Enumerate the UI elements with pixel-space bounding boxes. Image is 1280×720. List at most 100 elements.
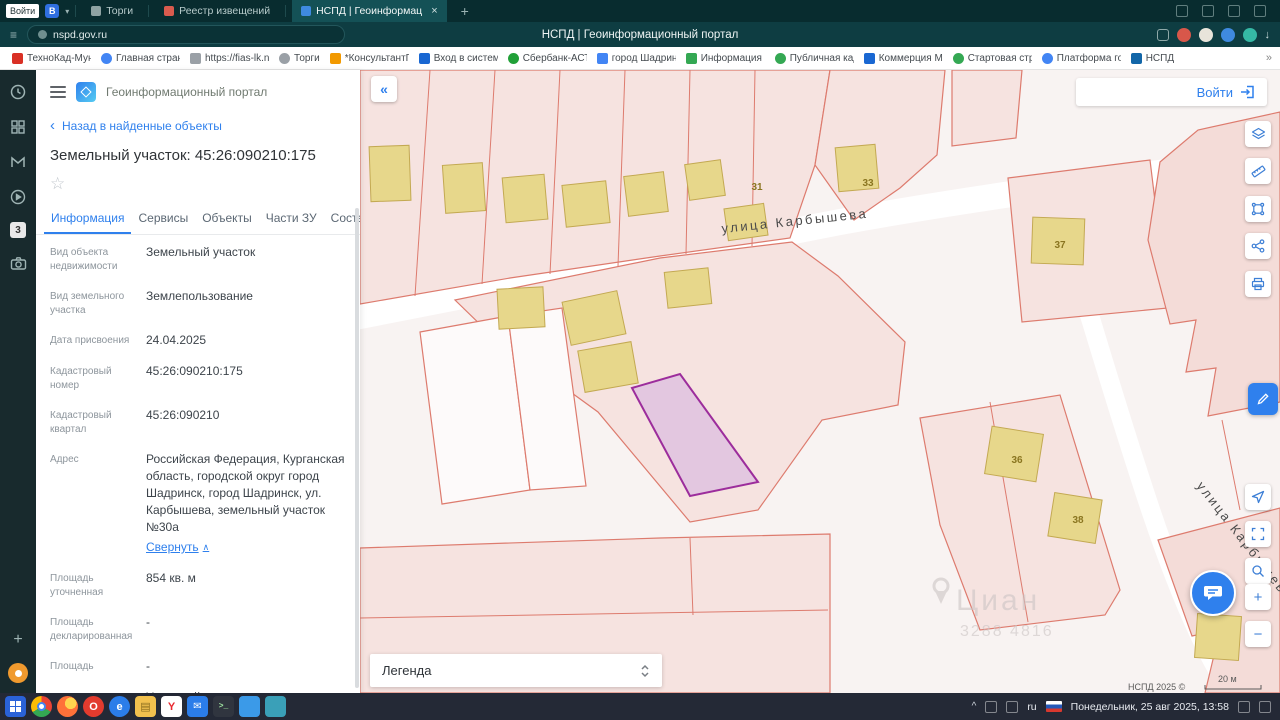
bookmark-item[interactable]: Сбербанк-АСТ (504, 52, 591, 64)
alice-assistant-icon[interactable] (8, 663, 28, 683)
bookmarks-overflow-icon[interactable]: » (1266, 52, 1272, 64)
tray-volume-icon[interactable] (1238, 700, 1250, 713)
tab-divider (148, 5, 150, 17)
tray-status-icon[interactable] (985, 700, 998, 713)
pinned-tab-chip[interactable]: Войти (6, 4, 40, 18)
profile-avatar[interactable] (1176, 27, 1191, 42)
cadastral-map[interactable]: 31 33 37 36 38 улица Карбышева улица Кар… (360, 70, 1280, 693)
bookmark-item[interactable]: Публичная кадас (771, 52, 858, 64)
login-button[interactable]: Войти (1076, 78, 1267, 106)
field-row: Вид земельного участка Землепользование (36, 281, 360, 325)
chat-support-button[interactable] (1190, 570, 1236, 616)
back-to-results-link[interactable]: ‹ Назад в найденные объекты (36, 106, 360, 133)
tab-information[interactable]: Информация (44, 202, 131, 234)
screenshot-icon[interactable] (1228, 5, 1240, 17)
add-panel-icon[interactable]: + (13, 632, 22, 648)
layers-button[interactable] (1245, 121, 1271, 147)
show-desktop-button[interactable] (1259, 700, 1271, 713)
media-play-icon[interactable] (8, 187, 28, 207)
language-indicator[interactable]: ru (1027, 701, 1036, 713)
bookmark-item[interactable]: Главная страница (97, 52, 184, 64)
apps-grid-icon[interactable] (8, 117, 28, 137)
start-button[interactable] (5, 696, 26, 717)
taskbar-datetime[interactable]: Понедельник, 25 авг 2025, 13:58 (1071, 701, 1229, 713)
field-label: Вид земельного участка (50, 291, 125, 316)
yandex-browser-icon[interactable]: Y (161, 696, 182, 717)
profile-avatar[interactable] (1198, 27, 1213, 42)
browser-tab-nspd-active[interactable]: НСПД | Геоинформац × (292, 0, 447, 22)
field-value: Земельный участок (146, 245, 256, 259)
bookmark-item[interactable]: Вход в систему (415, 52, 502, 64)
tab-list-icon[interactable] (1202, 5, 1214, 17)
collapse-address-link[interactable]: Свернуть ∧ (146, 539, 209, 556)
bookmark-item[interactable]: https://fias-lk.nal (186, 52, 273, 64)
bookmark-item[interactable]: Коммерция МО (860, 52, 947, 64)
tab-divider (285, 5, 287, 17)
profile-avatar[interactable] (1220, 27, 1235, 42)
favorite-star-icon[interactable]: ☆ (36, 166, 79, 194)
address-field[interactable]: nspd.gov.ru (27, 25, 346, 44)
history-icon[interactable] (8, 82, 28, 102)
close-tab-icon[interactable]: × (431, 5, 437, 17)
extent-icon (1251, 527, 1265, 541)
chrome-icon[interactable] (31, 696, 52, 717)
zoom-in-button[interactable]: + (1245, 584, 1271, 610)
browser-tab-reestr[interactable]: Реестр извещений (155, 0, 279, 22)
bookmark-item[interactable]: *КонсультантПлю (326, 52, 413, 64)
browser-logo-icon[interactable]: B (45, 4, 60, 18)
chevron-down-icon[interactable]: ▾ (65, 7, 69, 16)
bookmark-item[interactable]: Стартовая стран (949, 52, 1036, 64)
share-button[interactable] (1245, 233, 1271, 259)
notifications-badge[interactable]: 3 (10, 222, 26, 238)
field-label: Площадь уточненная (50, 573, 104, 599)
legend-bar[interactable]: Легенда (370, 654, 662, 687)
print-button[interactable] (1245, 271, 1271, 297)
desktop: Войти B ▾ Торги Реестр извещений НСПД | … (0, 0, 1280, 720)
panel-scrollbar[interactable] (355, 208, 359, 688)
tab-parcel-parts[interactable]: Части ЗУ (259, 202, 324, 234)
download-icon[interactable]: ↓ (1265, 29, 1271, 41)
field-row-address: Адрес Российская Федерация, Курганская о… (36, 444, 360, 563)
file-manager-icon[interactable]: ▤ (135, 696, 156, 717)
profile-avatar[interactable] (1242, 27, 1257, 42)
bookmark-item[interactable]: ТехноКад-Муници (8, 52, 95, 64)
zoom-out-button[interactable]: − (1245, 621, 1271, 647)
camera-icon[interactable] (8, 253, 28, 273)
locate-button[interactable] (1245, 484, 1271, 510)
chevron-up-icon: ∧ (202, 542, 210, 553)
window-menu-icon[interactable] (1254, 5, 1266, 17)
new-tab-button[interactable]: + (453, 3, 477, 19)
draw-tool-button[interactable] (1248, 383, 1278, 415)
ruler-button[interactable] (1245, 158, 1271, 184)
documents-icon[interactable] (265, 696, 286, 717)
browser-tab-torgi[interactable]: Торги (82, 0, 142, 22)
bookmark-item[interactable]: Информация о р (682, 52, 769, 64)
bookmark-item[interactable]: город Шадринск (593, 52, 680, 64)
magnifier-icon (1252, 565, 1264, 577)
bookmark-item[interactable]: Торги (275, 52, 324, 64)
tray-network-icon[interactable] (1006, 700, 1019, 713)
measure-area-button[interactable] (1245, 196, 1271, 222)
bookmark-item[interactable]: НСПД (1127, 52, 1178, 64)
tab-search-icon[interactable] (1176, 5, 1188, 17)
zoom-area-button[interactable] (1245, 558, 1271, 584)
firefox-icon[interactable] (57, 696, 78, 717)
terminal-icon[interactable]: >_ (213, 696, 234, 717)
mail-app-icon[interactable]: ✉ (187, 696, 208, 717)
sidebar-toggle-icon[interactable]: ≡ (10, 28, 17, 42)
mail-icon[interactable] (8, 152, 28, 172)
tab-services[interactable]: Сервисы (131, 202, 195, 234)
extensions-icon[interactable] (1156, 28, 1169, 41)
tray-expand-icon[interactable]: ^ (972, 701, 977, 712)
keyboard-flag-icon[interactable] (1045, 701, 1062, 712)
menu-icon[interactable] (50, 86, 66, 98)
editor-icon[interactable] (239, 696, 260, 717)
opera-icon[interactable]: O (83, 696, 104, 717)
full-extent-button[interactable] (1245, 521, 1271, 547)
panel-collapse-button[interactable]: « (371, 76, 397, 102)
edge-icon[interactable]: e (109, 696, 130, 717)
map-container[interactable]: 31 33 37 36 38 улица Карбышева улица Кар… (360, 70, 1280, 693)
tab-objects[interactable]: Объекты (195, 202, 259, 234)
nspd-logo-icon[interactable] (76, 82, 96, 102)
bookmark-item[interactable]: Платформа госу (1038, 52, 1125, 64)
